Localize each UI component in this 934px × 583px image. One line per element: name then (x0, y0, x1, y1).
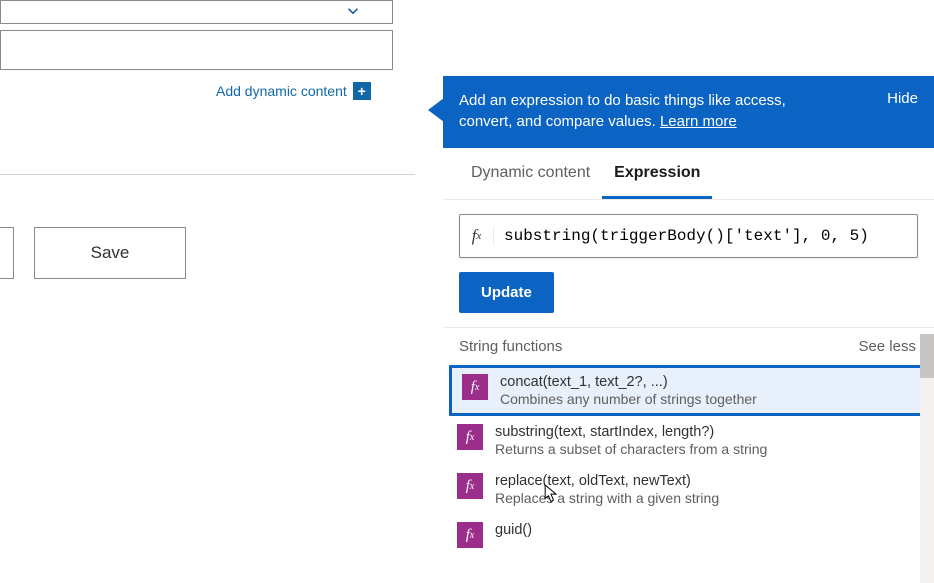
divider (0, 174, 415, 175)
expression-panel: Add an expression to do basic things lik… (443, 76, 934, 548)
plus-icon: + (353, 82, 371, 100)
fx-badge-icon: fx (462, 374, 488, 400)
panel-banner: Add an expression to do basic things lik… (443, 76, 934, 148)
add-dynamic-content-link[interactable]: Add dynamic content + (216, 82, 371, 100)
banner-message: Add an expression to do basic things lik… (459, 92, 786, 130)
chevron-down-icon[interactable] (344, 2, 362, 25)
save-button[interactable]: Save (34, 227, 186, 279)
fx-icon: fx (460, 226, 494, 246)
section-title: String functions (459, 338, 562, 355)
save-button-label: Save (91, 243, 130, 263)
scrollbar-thumb[interactable] (920, 334, 934, 378)
fx-badge-icon: fx (457, 522, 483, 548)
function-signature: replace(text, oldText, newText) (495, 473, 719, 489)
fx-badge-icon: fx (457, 473, 483, 499)
update-button[interactable]: Update (459, 272, 554, 313)
function-description: Replaces a string with a given string (495, 490, 719, 506)
function-text: guid() (495, 522, 532, 538)
text-field[interactable] (0, 30, 393, 70)
callout-beak-icon (428, 98, 444, 122)
tab-expression[interactable]: Expression (602, 148, 712, 199)
update-button-label: Update (481, 284, 532, 301)
function-signature: concat(text_1, text_2?, ...) (500, 374, 757, 390)
function-item-guid[interactable]: fx guid() (443, 514, 934, 548)
hide-link[interactable]: Hide (887, 90, 918, 107)
function-text: substring(text, startIndex, length?) Ret… (495, 424, 767, 457)
function-item-concat[interactable]: fx concat(text_1, text_2?, ...) Combines… (449, 365, 928, 416)
scrollbar[interactable] (920, 334, 934, 583)
fx-badge-icon: fx (457, 424, 483, 450)
add-dynamic-content-label: Add dynamic content (216, 83, 347, 99)
banner-text: Add an expression to do basic things lik… (459, 90, 839, 132)
function-item-replace[interactable]: fx replace(text, oldText, newText) Repla… (443, 465, 934, 514)
function-text: concat(text_1, text_2?, ...) Combines an… (500, 374, 757, 407)
expression-input-box: fx (459, 214, 918, 258)
left-pane: Add dynamic content + Save (0, 0, 415, 583)
tab-dynamic-content[interactable]: Dynamic content (459, 148, 602, 199)
expression-input-row: fx (443, 200, 934, 258)
learn-more-link[interactable]: Learn more (660, 113, 737, 130)
function-list: String functions See less fx concat(text… (443, 327, 934, 548)
tabs: Dynamic content Expression (443, 148, 934, 200)
function-description: Combines any number of strings together (500, 391, 757, 407)
expression-input[interactable] (494, 227, 917, 245)
function-text: replace(text, oldText, newText) Replaces… (495, 473, 719, 506)
dropdown-field[interactable] (0, 0, 393, 24)
function-signature: substring(text, startIndex, length?) (495, 424, 767, 440)
see-less-link[interactable]: See less (858, 338, 916, 355)
section-header: String functions See less (443, 328, 934, 365)
partial-button-edge (0, 227, 14, 279)
function-signature: guid() (495, 522, 532, 538)
function-item-substring[interactable]: fx substring(text, startIndex, length?) … (443, 416, 934, 465)
function-description: Returns a subset of characters from a st… (495, 441, 767, 457)
